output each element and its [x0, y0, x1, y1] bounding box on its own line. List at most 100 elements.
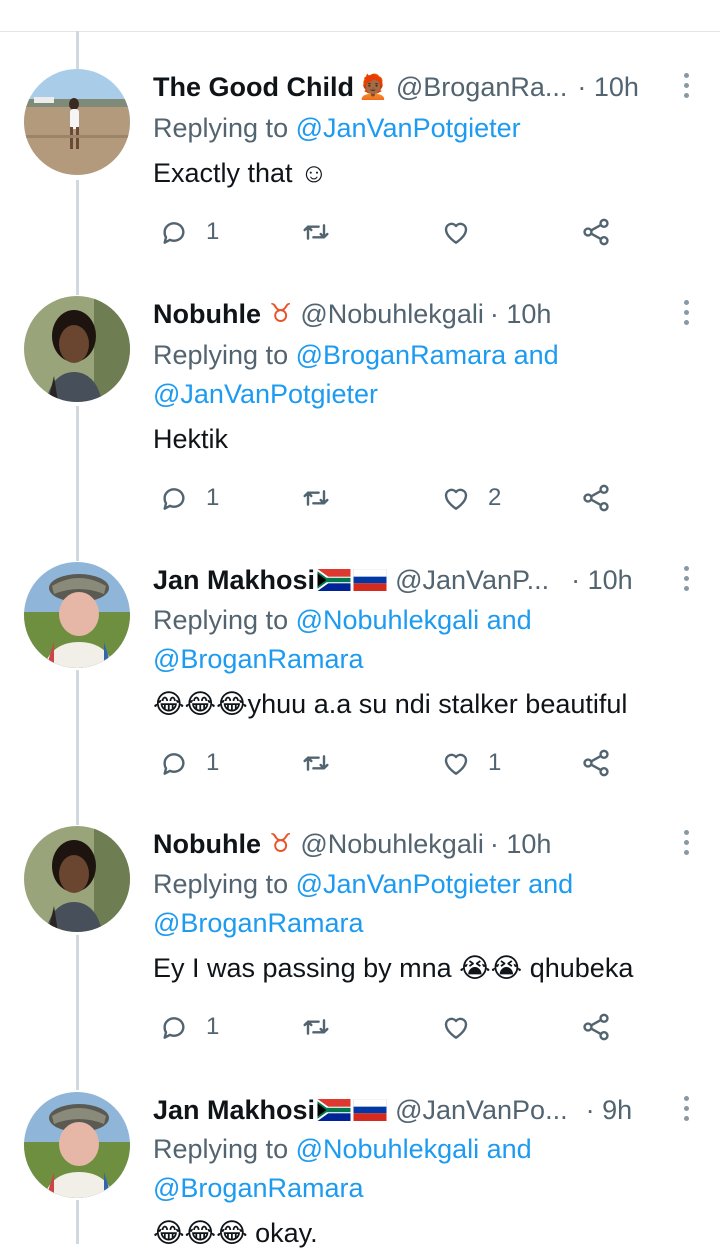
retweet-button[interactable]	[300, 743, 348, 783]
replying-to: Replying to @Nobuhlekgali and @BroganRam…	[153, 1130, 532, 1208]
share-button[interactable]	[580, 743, 612, 783]
reply-button[interactable]: 1	[158, 212, 219, 252]
tweet-text: Exactly that ☺	[153, 158, 328, 188]
retweet-button[interactable]	[300, 478, 348, 518]
tweet[interactable]: The Good Child 🧑🏾‍🦰 @BroganRa... · 10h R…	[0, 69, 720, 269]
reply-count: 1	[206, 218, 220, 245]
like-icon	[444, 1017, 468, 1039]
tweet-actions: 1	[0, 1007, 720, 1047]
like-button[interactable]: 2	[440, 478, 501, 518]
top-divider	[0, 0, 720, 32]
reply-icon	[163, 222, 185, 244]
tweet[interactable]: Jan Makhosi @JanVanPo... · 9h Replying t…	[0, 1092, 720, 1248]
avatar[interactable]	[24, 826, 130, 932]
reply-icon	[163, 488, 185, 510]
reply-mention-link[interactable]: @BroganRamara	[153, 1173, 364, 1203]
reply-mention-link[interactable]: @BroganRamara and	[296, 340, 559, 370]
tweet[interactable]: Nobuhle ♉ @Nobuhlekgali · 10h Replying t…	[0, 296, 720, 536]
tweet-actions: 1 1	[0, 743, 720, 783]
name-emoji: ♉	[269, 829, 293, 859]
more-icon[interactable]	[684, 1096, 690, 1126]
reply-mention-link[interactable]: @Nobuhlekgali and	[296, 605, 532, 635]
tweet-actions: 1	[0, 212, 720, 252]
reply-count: 1	[206, 749, 220, 776]
like-button[interactable]: 1	[440, 743, 501, 783]
timestamp[interactable]: · 10h	[571, 565, 633, 596]
tweet-text: 😂😂😂yhuu a.a su ndi stalker beautiful	[153, 689, 628, 719]
replying-to-label: Replying to	[153, 340, 296, 370]
more-icon[interactable]	[684, 830, 690, 860]
timestamp[interactable]: · 9h	[586, 1095, 633, 1126]
display-name[interactable]: Nobuhle	[153, 829, 261, 860]
retweet-button[interactable]	[300, 212, 348, 252]
user-handle[interactable]: @BroganRa...	[396, 72, 568, 103]
share-button[interactable]	[580, 478, 612, 518]
reply-icon	[163, 753, 185, 775]
tweet-actions: 1 2	[0, 478, 720, 518]
avatar[interactable]	[24, 1092, 130, 1198]
share-icon	[583, 749, 609, 777]
reply-mention-link[interactable]: @JanVanPotgieter	[296, 113, 521, 143]
reply-button[interactable]: 1	[158, 1007, 219, 1047]
thread-connector	[76, 31, 79, 69]
reply-button[interactable]: 1	[158, 743, 219, 783]
south-africa-flag-icon	[317, 1099, 351, 1121]
replying-to: Replying to @JanVanPotgieter	[153, 109, 521, 148]
like-icon	[444, 753, 468, 775]
tweet-text: 😂😂😂 okay.	[153, 1218, 318, 1248]
retweet-button[interactable]	[300, 1007, 348, 1047]
south-africa-flag-icon	[317, 569, 351, 591]
replying-to-label: Replying to	[153, 113, 296, 143]
avatar[interactable]	[24, 562, 130, 668]
share-icon	[583, 484, 609, 512]
more-icon[interactable]	[684, 73, 690, 103]
reply-mention-link[interactable]: @Nobuhlekgali and	[296, 1134, 532, 1164]
reply-mention-link[interactable]: @BroganRamara	[153, 908, 364, 938]
reply-count: 1	[206, 484, 220, 511]
share-button[interactable]	[580, 1007, 612, 1047]
more-icon[interactable]	[684, 566, 690, 596]
avatar[interactable]	[24, 69, 130, 175]
replying-to: Replying to @BroganRamara and @JanVanPot…	[153, 336, 559, 414]
like-button[interactable]	[440, 212, 488, 252]
tweet[interactable]: Nobuhle ♉ @Nobuhlekgali · 10h Replying t…	[0, 826, 720, 1066]
name-emoji: ♉	[269, 299, 293, 329]
retweet-icon	[303, 1019, 329, 1035]
user-handle[interactable]: @JanVanPo...	[395, 1095, 568, 1126]
reply-mention-link[interactable]: @JanVanPotgieter and	[296, 869, 574, 899]
share-icon	[583, 218, 609, 246]
timestamp[interactable]: · 10h	[490, 299, 552, 330]
user-handle[interactable]: @Nobuhlekgali	[300, 299, 484, 330]
like-icon	[444, 488, 468, 510]
retweet-icon	[303, 224, 329, 240]
tweet[interactable]: Jan Makhosi @JanVanP... · 10h Replying t…	[0, 562, 720, 802]
reply-count: 1	[206, 1013, 220, 1040]
russia-flag-icon	[353, 569, 387, 591]
like-count: 2	[488, 484, 502, 511]
display-name[interactable]: The Good Child	[153, 72, 354, 103]
display-name[interactable]: Nobuhle	[153, 299, 261, 330]
user-handle[interactable]: @JanVanP...	[395, 565, 549, 596]
display-name[interactable]: Jan Makhosi	[153, 565, 315, 596]
user-handle[interactable]: @Nobuhlekgali	[300, 829, 484, 860]
name-emoji: 🧑🏾‍🦰	[357, 73, 388, 101]
like-button[interactable]	[440, 1007, 488, 1047]
replying-to-label: Replying to	[153, 605, 296, 635]
replying-to: Replying to @Nobuhlekgali and @BroganRam…	[153, 601, 532, 679]
reply-icon	[163, 1017, 185, 1039]
timestamp[interactable]: · 10h	[490, 829, 552, 860]
share-button[interactable]	[580, 212, 612, 252]
display-name[interactable]: Jan Makhosi	[153, 1095, 315, 1126]
retweet-icon	[303, 490, 329, 506]
russia-flag-icon	[353, 1099, 387, 1121]
reply-mention-link[interactable]: @BroganRamara	[153, 644, 364, 674]
tweet-text: Ey I was passing by mna 😭😭 qhubeka	[153, 953, 634, 983]
more-icon[interactable]	[684, 300, 690, 330]
reply-button[interactable]: 1	[158, 478, 219, 518]
retweet-icon	[303, 755, 329, 771]
reply-mention-link[interactable]: @JanVanPotgieter	[153, 379, 378, 409]
replying-to-label: Replying to	[153, 869, 296, 899]
avatar[interactable]	[24, 296, 130, 402]
timestamp[interactable]: · 10h	[577, 72, 639, 103]
share-icon	[583, 1013, 609, 1041]
